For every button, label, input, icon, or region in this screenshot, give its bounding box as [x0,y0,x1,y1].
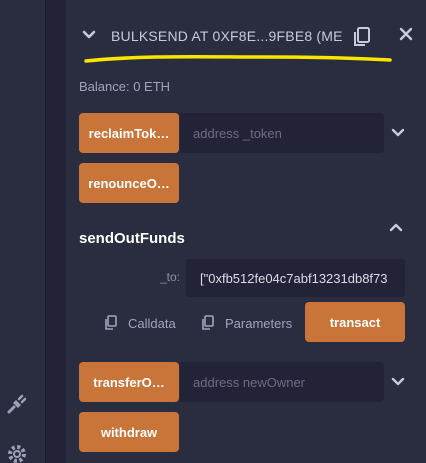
contract-header[interactable]: BULKSEND AT 0XF8E...9FBE8 (ME [66,8,426,64]
copy-icon [105,315,117,330]
to-param-label: _to: [160,270,181,284]
copy-icon[interactable] [351,26,373,48]
transact-button[interactable]: transact [305,302,405,342]
chevron-down-icon[interactable] [391,126,405,140]
renounce-ownership-button[interactable]: renounceO… [79,163,179,203]
close-icon[interactable] [399,27,413,41]
plug-icon[interactable] [5,392,29,416]
reclaim-token-address-input[interactable]: address _token [180,113,384,153]
highlight-underline [84,54,392,63]
chevron-up-icon[interactable] [389,220,403,234]
icon-sidebar [0,0,46,463]
chevron-down-icon[interactable] [391,375,405,389]
transfer-ownership-button[interactable]: transferO… [79,362,179,402]
contract-title: BULKSEND AT 0XF8E...9FBE8 (ME [111,28,343,44]
new-owner-address-input[interactable]: address newOwner [180,362,384,402]
to-param-input[interactable]: ["0xfb512fe04c7abf13231db8f73 [186,259,405,297]
send-out-funds-title: sendOutFunds [79,230,185,247]
gear-icon[interactable] [5,442,29,463]
gutter [47,0,65,463]
copy-icon [202,315,214,330]
parameters-link[interactable]: Parameters [201,314,292,332]
chevron-down-icon[interactable] [82,28,96,42]
balance-text: Balance: 0 ETH [79,79,171,94]
calldata-link[interactable]: Calldata [104,314,176,332]
reclaim-tokens-button[interactable]: reclaimTok… [79,113,179,153]
withdraw-button[interactable]: withdraw [79,412,179,452]
